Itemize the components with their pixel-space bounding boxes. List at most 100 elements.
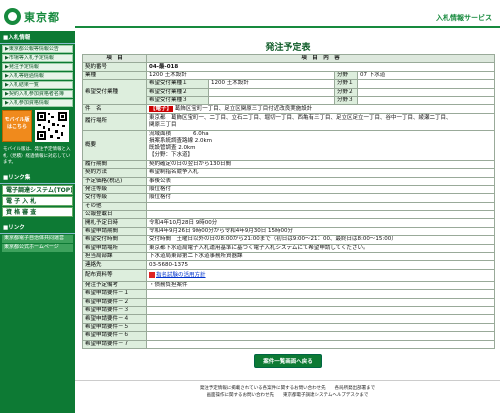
table-row: 公報登載日 bbox=[82, 210, 496, 220]
requirement-label: 希望申請要件－７ bbox=[82, 339, 147, 349]
sidebar-link-procurement-top[interactable]: 電子調達システム(TOP) bbox=[2, 184, 73, 195]
dept-value: 順位格付 bbox=[145, 184, 496, 195]
sidebar-link-e-gov[interactable]: 東京都電子自治体共同運営 bbox=[2, 234, 73, 243]
table-row: 希望申請要件－４ bbox=[82, 314, 496, 324]
field-1-label: 分野１ bbox=[334, 79, 358, 89]
header: 東京都 入札情報サービス bbox=[0, 0, 500, 30]
back-button-wrap: 案件一覧画面へ戻る bbox=[82, 353, 494, 368]
tokyo-logo[interactable]: 東京都 bbox=[4, 8, 60, 25]
desired-category-2-label: 希望受付業種２ bbox=[146, 87, 209, 97]
sidebar-link-e-bid[interactable]: 電 子 入 札 bbox=[2, 195, 73, 206]
requirement-value bbox=[145, 339, 496, 349]
sidebar-item-bid-progress[interactable]: ▶入札等経過情報 bbox=[2, 72, 73, 80]
table-row: 開札予定日時 令和4年10月28日 9時00分 bbox=[82, 218, 496, 228]
table-row: 希望申請期間 令和4年9月26日 9時00分から令和4年9月30日 15時00分 bbox=[82, 226, 496, 237]
requirement-label: 希望申請要件－２ bbox=[82, 297, 147, 308]
header-content: 項 目 内 容 bbox=[145, 53, 496, 64]
docs-link[interactable]: 指名試験の活用方針 bbox=[156, 272, 206, 278]
requirement-value bbox=[145, 331, 496, 341]
sidebar-link-qualification-review[interactable]: 資 格 審 査 bbox=[2, 206, 73, 217]
table-row: 受付等級 順位格付 bbox=[82, 193, 496, 203]
qr-code-icon bbox=[35, 110, 69, 142]
header-item: 項 目 bbox=[82, 53, 147, 64]
row-label: 発注予定備考 bbox=[82, 280, 147, 291]
field-2-value bbox=[356, 87, 496, 97]
sidebar-link-tokyo-official[interactable]: 東京都公式ホームページ bbox=[2, 243, 73, 252]
mobile-description: モバイル版は、発注予定情報と入札（見積）経過情報に対応しています。 bbox=[3, 147, 71, 165]
footer-line-2: 画面操作に関するお問い合わせ先 東京都電子調達システムヘルプデスクまで bbox=[206, 393, 369, 398]
requirement-label: 希望申請要件－４ bbox=[82, 314, 147, 324]
field-2-label: 分野２ bbox=[334, 87, 358, 97]
table-row: 希望申請要件－２ bbox=[82, 297, 496, 308]
other-value bbox=[145, 201, 496, 212]
sidebar-section-links: ■リンク集 bbox=[0, 171, 75, 184]
table-row: その他 bbox=[82, 201, 496, 212]
row-label: 履行場所 bbox=[82, 112, 147, 131]
table-row: 希望申請要件－３ bbox=[82, 305, 496, 316]
main-content: 発注予定表 項 目 項 目 内 容 契約番号 04-最-018 業種 1200 … bbox=[82, 31, 496, 368]
row-label: 予定価格(税込) bbox=[82, 176, 147, 186]
service-title: 入札情報サービス bbox=[436, 14, 492, 22]
requirement-label: 希望申請要件－３ bbox=[82, 305, 147, 316]
table-row: 契約番号 04-最-018 bbox=[82, 62, 496, 72]
sidebar-item-qualification[interactable]: ▶入札参加資格情報 bbox=[2, 99, 73, 107]
table-row: 希望受付業種 希望受付業種１ 1200 土木設計 分野１ bbox=[82, 79, 496, 106]
field-value: 07 下水道 bbox=[356, 70, 496, 81]
row-label: 発注等級 bbox=[82, 184, 147, 195]
row-label: 希望申請期間 bbox=[82, 226, 147, 237]
row-label: 業種 bbox=[82, 70, 147, 81]
table-row: 発注予定備考 ・債務負担案件 bbox=[82, 280, 496, 291]
table-row: 担当局部課 下水道局東部第二下水道事務所資器課 bbox=[82, 252, 496, 262]
requirement-label: 希望申請要件－５ bbox=[82, 322, 147, 333]
category-value: 1200 土木設計 bbox=[146, 70, 335, 81]
sidebar-item-market[interactable]: ▶市場等入札予定情報 bbox=[2, 54, 73, 62]
subject-text: 葛飾区宝町一丁目、足立区関原三丁目付近改良実施設計 bbox=[174, 105, 313, 112]
overview-line-2: 損案系統調査路線 2.0km bbox=[149, 138, 213, 145]
field-1-value bbox=[356, 79, 496, 89]
sidebar-item-qualified-list[interactable]: ▶契約入札参加資格者名簿 bbox=[2, 90, 73, 98]
accept-value: 順位格付 bbox=[145, 193, 496, 203]
notice-value bbox=[145, 210, 496, 220]
table-row: 契約方法 希望制指名競争入札 bbox=[82, 168, 496, 178]
apply-place-value: 東京都下水道局電子入札運用基準に基づく電子入札システムにて希望申請してください。 bbox=[145, 243, 496, 254]
field-label: 分野 bbox=[334, 70, 358, 81]
contact-value: 03-5680-1375 bbox=[145, 260, 496, 270]
back-to-list-button[interactable]: 案件一覧画面へ戻る bbox=[254, 353, 322, 368]
table-row: 希望申請要件－７ bbox=[82, 339, 496, 349]
mobile-promo: モバイル版はこちら bbox=[2, 110, 73, 144]
table-row: 業種 1200 土木設計 分野 07 下水道 bbox=[82, 70, 496, 81]
field-3-label: 分野３ bbox=[334, 95, 358, 106]
table-row: 希望申請場所 東京都下水道局電子入札運用基準に基づく電子入札システムにて希望申請し… bbox=[82, 243, 496, 254]
table-row: 概要 流域面積 6.0ha 損案系統調査路線 2.0km 既設管調査 2.0km 【分… bbox=[82, 129, 496, 161]
row-label: 担当局部課 bbox=[82, 252, 147, 262]
desired-category-3-value bbox=[208, 95, 335, 106]
open-value: 令和4年10月28日 9時00分 bbox=[145, 218, 496, 228]
row-label: 公報登載日 bbox=[82, 210, 147, 220]
table-header-row: 項 目 項 目 内 容 bbox=[82, 53, 496, 64]
requirement-value bbox=[145, 297, 496, 308]
row-label: その他 bbox=[82, 201, 147, 212]
row-label: 開札予定日時 bbox=[82, 218, 147, 228]
table-row: 連絡先 03-5680-1375 bbox=[82, 260, 496, 270]
row-label: 希望申請場所 bbox=[82, 243, 147, 254]
sidebar-item-gazette[interactable]: ▶東京都公報等情報公告 bbox=[2, 45, 73, 53]
docs-value: 指名試験の活用方針 bbox=[145, 268, 496, 282]
sidebar-section-bid-info: ■入札情報 bbox=[0, 31, 75, 44]
sidebar-item-bid-results[interactable]: ▶入札結果一覧 bbox=[2, 81, 73, 89]
row-label: 履行期間 bbox=[82, 159, 147, 170]
footer: 発注予定情報に掲載されている各案件に関するお問い合わせ先 各局所発出部署まで 画… bbox=[75, 380, 500, 399]
overview-line-4: 【分野：下水道】 bbox=[149, 152, 194, 159]
row-label: 希望受付時間 bbox=[82, 235, 147, 245]
apply-time-value: 受付時間 土曜日以外の日の8:00から21:00まで（初日は9:00～21：00… bbox=[145, 235, 496, 245]
mobile-button[interactable]: モバイル版はこちら bbox=[2, 110, 32, 142]
tokyo-emblem-icon bbox=[4, 8, 21, 25]
table-row: 配布資料等 指名試験の活用方針 bbox=[82, 268, 496, 282]
place-value: 東京都 葛飾区宝町一、二丁目、立石二丁目、堀切一丁目、西亀有三丁目、足立区足立一… bbox=[145, 112, 496, 131]
table-row: 予定価格(税込) 事後公表 bbox=[82, 176, 496, 186]
row-label: 概要 bbox=[82, 129, 147, 161]
sidebar-item-order-plan[interactable]: ▶発注予定情報 bbox=[2, 63, 73, 71]
period-value: 契約確定の日の翌日から130日間 bbox=[145, 159, 496, 170]
page-title: 発注予定表 bbox=[265, 43, 311, 53]
table-row: 件 名 【電子】 葛飾区宝町一丁目、足立区関原三丁目付近改良実施設計 bbox=[82, 104, 496, 114]
table-row: 発注等級 順位格付 bbox=[82, 184, 496, 195]
